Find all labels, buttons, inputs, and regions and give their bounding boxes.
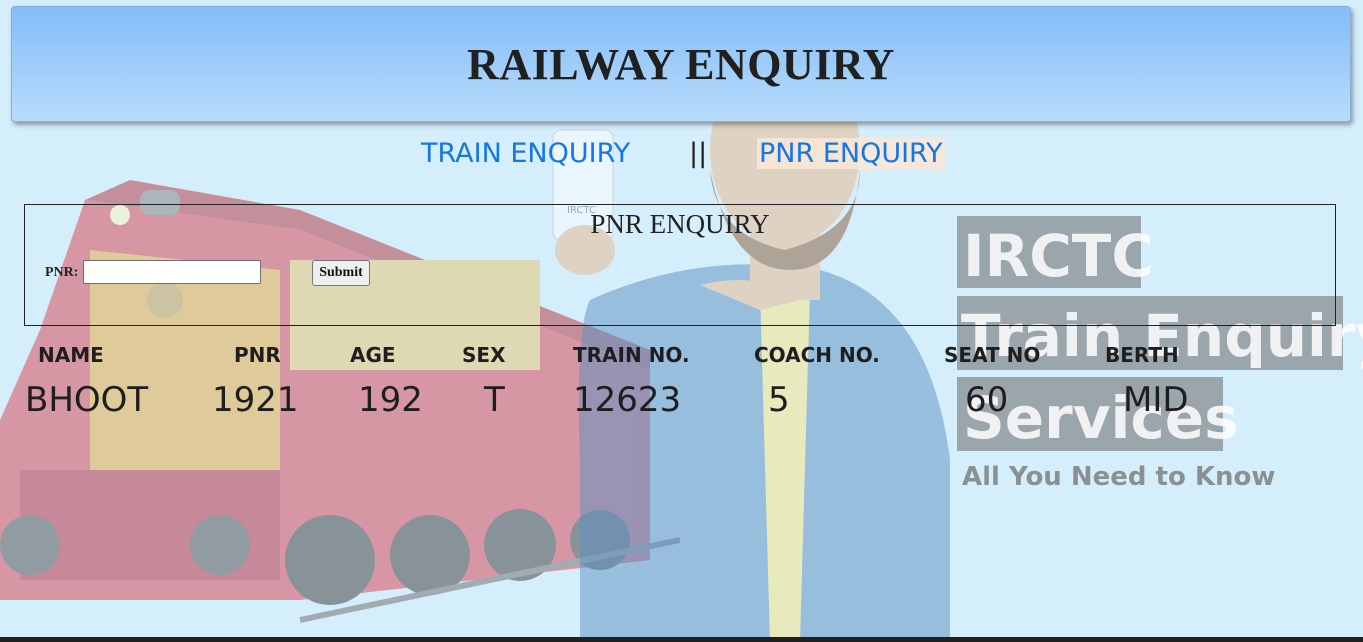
train-enquiry-link[interactable]: TRAIN ENQUIRY [421, 138, 630, 169]
column-header-pnr: PNR [234, 343, 281, 367]
submit-button[interactable]: Submit [312, 260, 370, 286]
column-header-coach-no: COACH NO. [754, 343, 880, 367]
cell-pnr: 1921 [212, 380, 299, 420]
banner-tagline: All You Need to Know [962, 462, 1275, 492]
page-header: RAILWAY ENQUIRY [11, 6, 1351, 122]
column-header-age: AGE [350, 343, 396, 367]
form-title: PNR ENQUIRY [590, 209, 770, 239]
cell-train-no: 12623 [573, 380, 682, 420]
nav-separator: || [689, 138, 708, 169]
cell-coach-no: 5 [768, 380, 790, 420]
column-header-train-no: TRAIN NO. [573, 343, 690, 367]
cell-berth: MID [1123, 380, 1189, 420]
pnr-enquiry-link[interactable]: PNR ENQUIRY [757, 138, 945, 169]
top-navigation: TRAIN ENQUIRY || PNR ENQUIRY [0, 138, 1363, 178]
pnr-input[interactable] [83, 260, 261, 284]
column-header-sex: SEX [462, 343, 506, 367]
pnr-label: PNR: [45, 265, 79, 280]
cell-name: BHOOT [25, 380, 149, 420]
cell-sex: T [484, 380, 505, 420]
column-header-berth: BERTH [1105, 343, 1179, 367]
pnr-enquiry-form: PNR ENQUIRY PNR: Submit [24, 204, 1336, 326]
cell-age: 192 [358, 380, 423, 420]
page-title: RAILWAY ENQUIRY [467, 39, 895, 89]
column-header-seat-no: SEAT NO [944, 343, 1041, 367]
column-header-name: NAME [38, 343, 104, 367]
man-illustration [552, 40, 950, 642]
cell-seat-no: 60 [965, 380, 1009, 420]
